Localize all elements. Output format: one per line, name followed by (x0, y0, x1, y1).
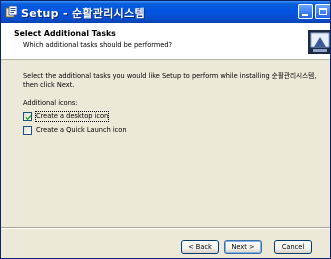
back-button[interactable]: < Back (181, 240, 219, 254)
setup-computer-icon (308, 30, 330, 54)
footer-divider (1, 227, 330, 229)
additional-icons-label: Additional icons: (23, 99, 78, 107)
next-button[interactable]: Next > (224, 240, 262, 254)
page-title: Select Additional Tasks (14, 29, 116, 38)
page-subtitle: Which additional tasks should be perform… (23, 41, 173, 49)
desktop-icon-label[interactable]: Create a desktop icon (34, 111, 110, 122)
window-title: Setup - 순활관리시스템 (21, 7, 145, 20)
setup-app-icon (5, 5, 18, 18)
minimize-button[interactable] (298, 4, 313, 19)
maximize-button[interactable] (315, 4, 330, 19)
cancel-button[interactable]: Cancel (274, 240, 312, 254)
intro-text: Select the additional tasks you would li… (23, 72, 317, 89)
desktop-icon-checkbox[interactable] (23, 112, 32, 121)
title-bar[interactable]: Setup - 순활관리시스템 (1, 1, 330, 23)
quick-launch-label[interactable]: Create a Quick Launch icon (36, 126, 127, 135)
setup-window: Setup - 순활관리시스템 Select Additional Tasks … (0, 0, 331, 259)
wizard-header: Select Additional Tasks Which additional… (1, 23, 330, 60)
wizard-body: Select the additional tasks you would li… (1, 60, 330, 227)
quick-launch-checkbox[interactable] (23, 126, 32, 135)
checkmark-icon (25, 114, 32, 121)
